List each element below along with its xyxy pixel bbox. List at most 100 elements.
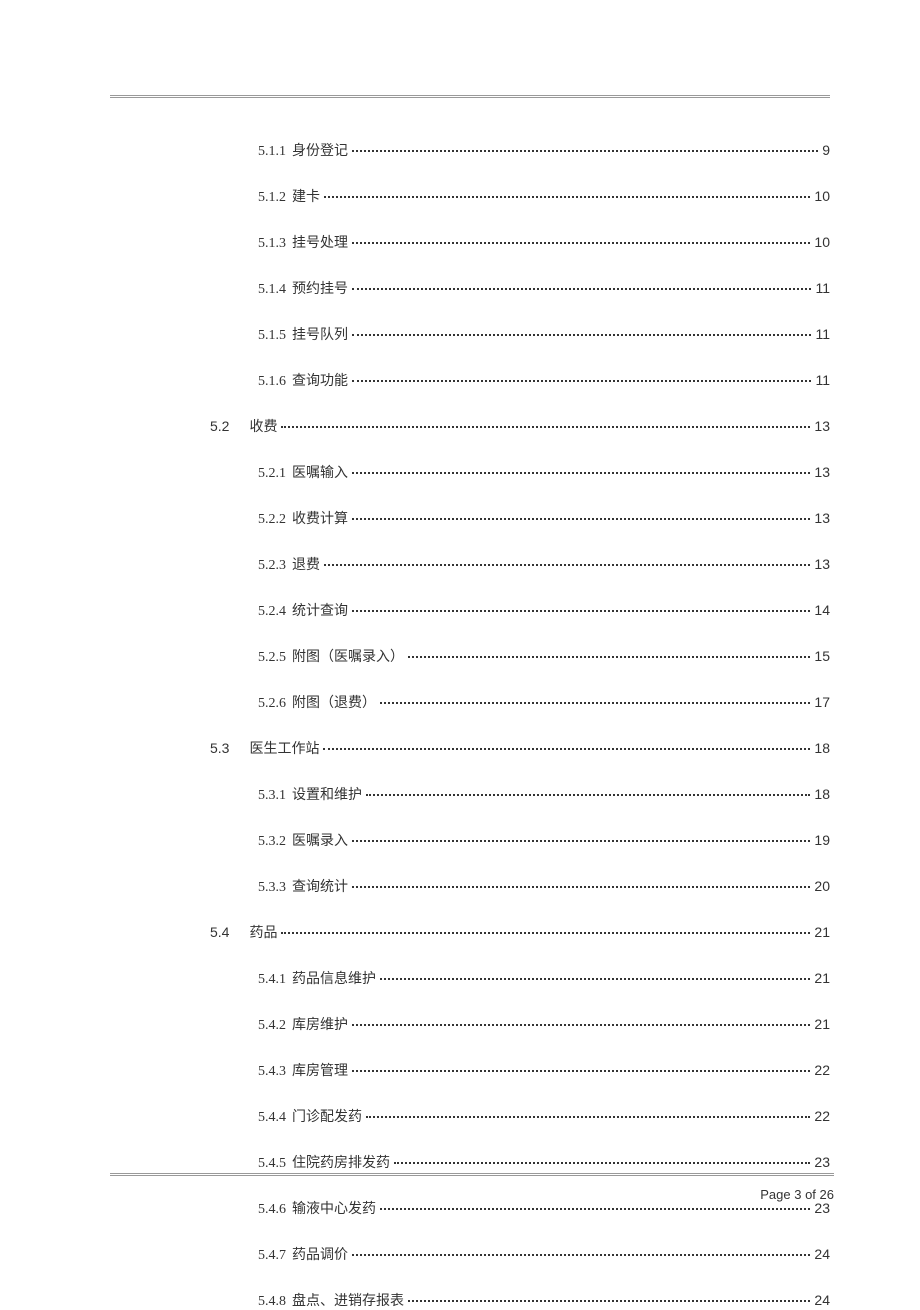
toc-leader-dots bbox=[281, 932, 810, 934]
toc-entry-title: 附图（退费） bbox=[292, 692, 376, 712]
toc-entry-title: 退费 bbox=[292, 554, 320, 574]
toc-entry-title: 设置和维护 bbox=[292, 784, 362, 804]
toc-entry-page: 14 bbox=[814, 602, 830, 618]
toc-entry[interactable]: 5.1.2建卡10 bbox=[258, 186, 830, 206]
toc-entry-number: 5.2 bbox=[210, 418, 229, 434]
toc-entry-title: 药品调价 bbox=[292, 1244, 348, 1264]
toc-entry[interactable]: 5.1.6查询功能11 bbox=[258, 370, 830, 390]
toc-leader-dots bbox=[380, 1208, 810, 1210]
toc-entry[interactable]: 5.1.5挂号队列11 bbox=[258, 324, 830, 344]
toc-entry-number: 5.2.3 bbox=[258, 558, 286, 574]
toc-entry-page: 24 bbox=[814, 1246, 830, 1262]
toc-entry[interactable]: 5.2.2 收费计算 13 bbox=[258, 508, 830, 528]
toc-leader-dots bbox=[352, 150, 818, 152]
toc-entry-title: 查询功能 bbox=[292, 370, 348, 390]
toc-entry[interactable]: 5.3.1设置和维护18 bbox=[258, 784, 830, 804]
toc-entry-title: 药品 bbox=[249, 922, 277, 942]
toc-entry-page: 21 bbox=[814, 1016, 830, 1032]
toc-leader-dots bbox=[324, 564, 810, 566]
toc-leader-dots bbox=[394, 1162, 810, 1164]
toc-entry-number: 5.4 bbox=[210, 924, 229, 940]
toc-leader-dots bbox=[352, 242, 810, 244]
toc-entry-page: 11 bbox=[815, 280, 830, 296]
toc-entry-number: 5.4.8 bbox=[258, 1294, 286, 1310]
toc-leader-dots bbox=[380, 702, 810, 704]
toc-entry-page: 11 bbox=[815, 372, 830, 388]
toc-entry-page: 15 bbox=[814, 648, 830, 664]
toc-entry-page: 18 bbox=[814, 740, 830, 756]
toc-entry-number: 5.2.2 bbox=[258, 512, 286, 528]
toc-entry-page: 22 bbox=[814, 1108, 830, 1124]
toc-leader-dots bbox=[323, 748, 810, 750]
toc-entry-page: 11 bbox=[815, 326, 830, 342]
toc-entry[interactable]: 5.2 收费 13 bbox=[210, 416, 830, 436]
toc-entry-number: 5.1.2 bbox=[258, 190, 286, 206]
toc-entry-title: 挂号处理 bbox=[292, 232, 348, 252]
toc-entry-number: 5.4.3 bbox=[258, 1064, 286, 1080]
toc-entry[interactable]: 5.1.1身份登记9 bbox=[258, 140, 830, 160]
toc-entry[interactable]: 5.3.3查询统计20 bbox=[258, 876, 830, 896]
toc-leader-dots bbox=[324, 196, 810, 198]
toc-leader-dots bbox=[352, 472, 810, 474]
toc-entry-number: 5.4.1 bbox=[258, 972, 286, 988]
toc-leader-dots bbox=[352, 518, 810, 520]
toc-entry-title: 库房管理 bbox=[292, 1060, 348, 1080]
toc-entry[interactable]: 5.4.4门诊配发药22 bbox=[258, 1106, 830, 1126]
toc-entry-number: 5.2.6 bbox=[258, 696, 286, 712]
toc-entry-page: 17 bbox=[814, 694, 830, 710]
toc-entry-number: 5.2.1 bbox=[258, 466, 286, 482]
toc-entry[interactable]: 5.2.4 统计查询 14 bbox=[258, 600, 830, 620]
toc-entry-page: 21 bbox=[814, 970, 830, 986]
toc-entry[interactable]: 5.4.6输液中心发药23 bbox=[258, 1198, 830, 1218]
toc-entry[interactable]: 5.2.3 退费 13 bbox=[258, 554, 830, 574]
toc-entry[interactable]: 5.4.2库房维护21 bbox=[258, 1014, 830, 1034]
footer-divider bbox=[110, 1173, 834, 1176]
toc-entry-title: 统计查询 bbox=[292, 600, 348, 620]
toc-entry-title: 附图（医嘱录入） bbox=[292, 646, 404, 666]
toc-entry-page: 13 bbox=[814, 510, 830, 526]
toc-entry-title: 药品信息维护 bbox=[292, 968, 376, 988]
toc-entry[interactable]: 5.2.5 附图（医嘱录入） 15 bbox=[258, 646, 830, 666]
toc-entry[interactable]: 5.3.2医嘱录入19 bbox=[258, 830, 830, 850]
toc-entry-title: 身份登记 bbox=[292, 140, 348, 160]
toc-entry-number: 5.1.4 bbox=[258, 282, 286, 298]
toc-entry-page: 24 bbox=[814, 1292, 830, 1308]
toc-entry-title: 收费 bbox=[249, 416, 277, 436]
header-divider bbox=[110, 95, 830, 98]
toc-entry[interactable]: 5.4.7 药品调价 24 bbox=[258, 1244, 830, 1264]
toc-leader-dots bbox=[352, 840, 810, 842]
toc-entry-title: 医生工作站 bbox=[249, 738, 319, 758]
toc-leader-dots bbox=[352, 380, 811, 382]
toc-entry-title: 门诊配发药 bbox=[292, 1106, 362, 1126]
toc-entry[interactable]: 5.4.1 药品信息维护 21 bbox=[258, 968, 830, 988]
toc-leader-dots bbox=[408, 656, 810, 658]
toc-leader-dots bbox=[366, 794, 810, 796]
toc-entry-page: 19 bbox=[814, 832, 830, 848]
toc-entry[interactable]: 5.1.4预约挂号11 bbox=[258, 278, 830, 298]
table-of-contents: 5.1.1身份登记95.1.2建卡105.1.3挂号处理105.1.4预约挂号1… bbox=[110, 140, 830, 1310]
toc-entry[interactable]: 5.4.3库房管理22 bbox=[258, 1060, 830, 1080]
toc-entry[interactable]: 5.2.1医嘱输入13 bbox=[258, 462, 830, 482]
toc-leader-dots bbox=[352, 334, 811, 336]
toc-entry-page: 10 bbox=[814, 188, 830, 204]
toc-entry[interactable]: 5.4药品21 bbox=[210, 922, 830, 942]
toc-entry-title: 查询统计 bbox=[292, 876, 348, 896]
toc-leader-dots bbox=[380, 978, 810, 980]
toc-entry-page: 13 bbox=[814, 556, 830, 572]
toc-entry[interactable]: 5.1.3挂号处理10 bbox=[258, 232, 830, 252]
toc-leader-dots bbox=[352, 288, 811, 290]
toc-entry[interactable]: 5.4.5住院药房排发药23 bbox=[258, 1152, 830, 1172]
toc-entry-title: 库房维护 bbox=[292, 1014, 348, 1034]
page-container: 5.1.1身份登记95.1.2建卡105.1.3挂号处理105.1.4预约挂号1… bbox=[110, 95, 830, 1222]
toc-entry-number: 5.4.7 bbox=[258, 1248, 286, 1264]
toc-leader-dots bbox=[352, 1024, 810, 1026]
toc-entry-number: 5.2.5 bbox=[258, 650, 286, 666]
toc-entry-page: 18 bbox=[814, 786, 830, 802]
toc-entry-number: 5.2.4 bbox=[258, 604, 286, 620]
toc-entry-page: 13 bbox=[814, 418, 830, 434]
toc-entry[interactable]: 5.2.6 附图（退费） 17 bbox=[258, 692, 830, 712]
toc-entry[interactable]: 5.3医生工作站18 bbox=[210, 738, 830, 758]
toc-entry-title: 收费计算 bbox=[292, 508, 348, 528]
toc-entry[interactable]: 5.4.8盘点、进销存报表24 bbox=[258, 1290, 830, 1310]
toc-entry-number: 5.1.1 bbox=[258, 144, 286, 160]
